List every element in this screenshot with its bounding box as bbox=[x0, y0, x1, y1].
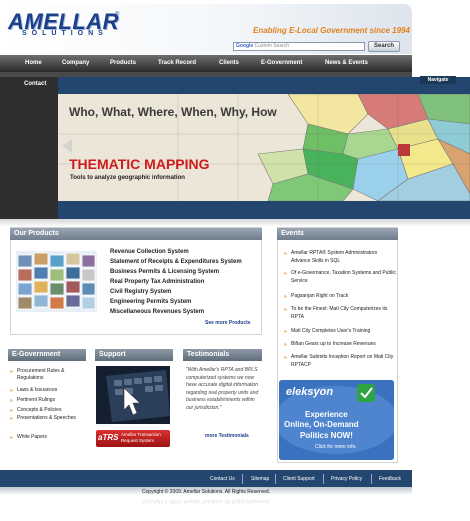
nav-company[interactable]: Company bbox=[62, 60, 89, 66]
hero-title: THEMATIC MAPPING bbox=[69, 156, 210, 172]
ad-line2: Online, On-Demand bbox=[284, 420, 359, 429]
egov-procurement[interactable]: Procurement Rules & Regulations bbox=[17, 368, 79, 382]
egov-rulings[interactable]: Pertinent Rulings bbox=[17, 397, 79, 404]
chevron-left-icon[interactable] bbox=[60, 138, 74, 154]
copyright-reflection: Copyright © 2009. Amellar Solutions. All… bbox=[141, 498, 271, 504]
bullet-arrow-icon: » bbox=[10, 408, 13, 414]
ad-line1: Experience bbox=[305, 410, 348, 419]
nav-track-record[interactable]: Track Record bbox=[158, 60, 196, 66]
ad-brand: eleksyon bbox=[286, 386, 334, 398]
support-image[interactable] bbox=[96, 366, 170, 424]
hero-top-bar bbox=[58, 77, 470, 94]
footer-separator bbox=[275, 474, 276, 484]
product-revenue-collection[interactable]: Revenue Collection System bbox=[110, 249, 189, 255]
nav-e-government[interactable]: E-Government bbox=[261, 60, 302, 66]
nav-contact[interactable]: Contact bbox=[24, 81, 46, 87]
section-divider bbox=[0, 219, 470, 227]
bullet-arrow-icon: » bbox=[284, 342, 287, 348]
bullet-arrow-icon: » bbox=[284, 251, 287, 257]
hero-subtitle: Tools to analyze geographic information bbox=[70, 175, 185, 181]
event-item[interactable]: Biñan Gears up to Increase Revenues bbox=[291, 340, 397, 348]
event-item[interactable]: Pagsanjan Right on Track bbox=[291, 292, 397, 300]
egov-laws[interactable]: Laws & Issuances bbox=[17, 387, 79, 394]
footer-sitemap[interactable]: Sitemap bbox=[251, 476, 269, 482]
product-business-permits[interactable]: Business Permits & Licensing System bbox=[110, 269, 219, 275]
product-rpta[interactable]: Real Property Tax Administration bbox=[110, 279, 204, 285]
bullet-arrow-icon: » bbox=[10, 398, 13, 404]
bullet-arrow-icon: » bbox=[10, 369, 13, 375]
bullet-arrow-icon: » bbox=[284, 271, 287, 277]
atrs-text: Amellar Transaction Request System bbox=[121, 432, 161, 443]
events-heading: Events bbox=[277, 228, 398, 240]
more-testimonials-link[interactable]: more Testimonials bbox=[205, 433, 249, 439]
product-engineering-permits[interactable]: Engineering Permits System bbox=[110, 299, 191, 305]
ad-cta[interactable]: Click for more info. bbox=[315, 444, 357, 450]
footer-client-support[interactable]: Client Support bbox=[283, 476, 315, 482]
product-sre[interactable]: Statement of Receipts & Expenditures Sys… bbox=[110, 259, 242, 265]
egov-white-papers[interactable]: White Papers bbox=[17, 434, 79, 441]
product-civil-registry[interactable]: Civil Registry System bbox=[110, 289, 171, 295]
bullet-arrow-icon: » bbox=[10, 435, 13, 441]
logo-subtitle: SOLUTIONS bbox=[22, 30, 108, 37]
event-item[interactable]: Mati City Completes User's Training bbox=[291, 327, 397, 335]
nav-clients[interactable]: Clients bbox=[219, 60, 239, 66]
search-button[interactable]: Search bbox=[368, 41, 400, 52]
event-item[interactable]: Amellar RPTA® System Administrators Adva… bbox=[291, 249, 397, 265]
bullet-arrow-icon: » bbox=[10, 416, 13, 422]
nav-home[interactable]: Home bbox=[25, 60, 42, 66]
testimonials-heading: Testimonials bbox=[183, 349, 262, 361]
hero-question: Who, What, Where, When, Why, How bbox=[69, 105, 277, 119]
egov-heading: E-Government bbox=[8, 349, 86, 361]
ad-line3: Politics NOW! bbox=[300, 431, 353, 440]
bullet-arrow-icon: » bbox=[284, 307, 287, 313]
support-heading: Support bbox=[95, 349, 173, 361]
nav-products[interactable]: Products bbox=[110, 60, 136, 66]
event-item[interactable]: To be the Finest: Mati City Computerizes… bbox=[291, 305, 397, 321]
tagline: Enabling E-Local Government since 1994 bbox=[253, 26, 410, 35]
atrs-logo: aTRS bbox=[98, 433, 119, 442]
bullet-arrow-icon: » bbox=[10, 388, 13, 394]
testimonial-quote: "With Amellar's RPTA and BPLS computeriz… bbox=[186, 367, 259, 411]
event-item[interactable]: Of e-Governance, Taxation Systems and Pu… bbox=[291, 269, 397, 285]
hero-side-panel bbox=[0, 77, 58, 219]
footer-separator bbox=[371, 474, 372, 484]
search-placeholder: Custom Search bbox=[254, 43, 290, 49]
google-brand: Google bbox=[236, 43, 254, 49]
footer-contact-us[interactable]: Contact Us bbox=[210, 476, 235, 482]
hero-bottom-bar bbox=[58, 201, 470, 219]
footer-feedback[interactable]: Feedback bbox=[379, 476, 401, 482]
eleksyon-checkmark-icon bbox=[357, 384, 375, 402]
see-more-products-link[interactable]: See more Products bbox=[205, 320, 251, 326]
navigate-button[interactable]: Navigate bbox=[420, 76, 456, 84]
nav-news-events[interactable]: News & Events bbox=[325, 60, 368, 66]
egov-concepts[interactable]: Concepts & Policies bbox=[17, 407, 79, 414]
bullet-arrow-icon: » bbox=[284, 329, 287, 335]
products-heading: Our Products bbox=[10, 228, 262, 240]
main-nav: Home Company Products Track Record Clien… bbox=[0, 55, 412, 72]
egov-presentations[interactable]: Presentations & Speeches bbox=[17, 415, 79, 422]
copyright-text: Copyright © 2009. Amellar Solutions. All… bbox=[141, 489, 271, 495]
bullet-arrow-icon: » bbox=[284, 355, 287, 361]
event-item[interactable]: Amellar Submits Inception Report on Mati… bbox=[291, 353, 397, 369]
bullet-arrow-icon: » bbox=[284, 294, 287, 300]
product-misc-revenues[interactable]: Miscellaneous Revenues System bbox=[110, 309, 204, 315]
logo-registered-mark: ® bbox=[115, 12, 120, 18]
footer-separator bbox=[242, 474, 243, 484]
footer-privacy-policy[interactable]: Privacy Policy bbox=[331, 476, 362, 482]
footer-separator bbox=[323, 474, 324, 484]
search-input[interactable]: Google Custom Search bbox=[233, 42, 365, 51]
products-collage bbox=[16, 251, 97, 312]
